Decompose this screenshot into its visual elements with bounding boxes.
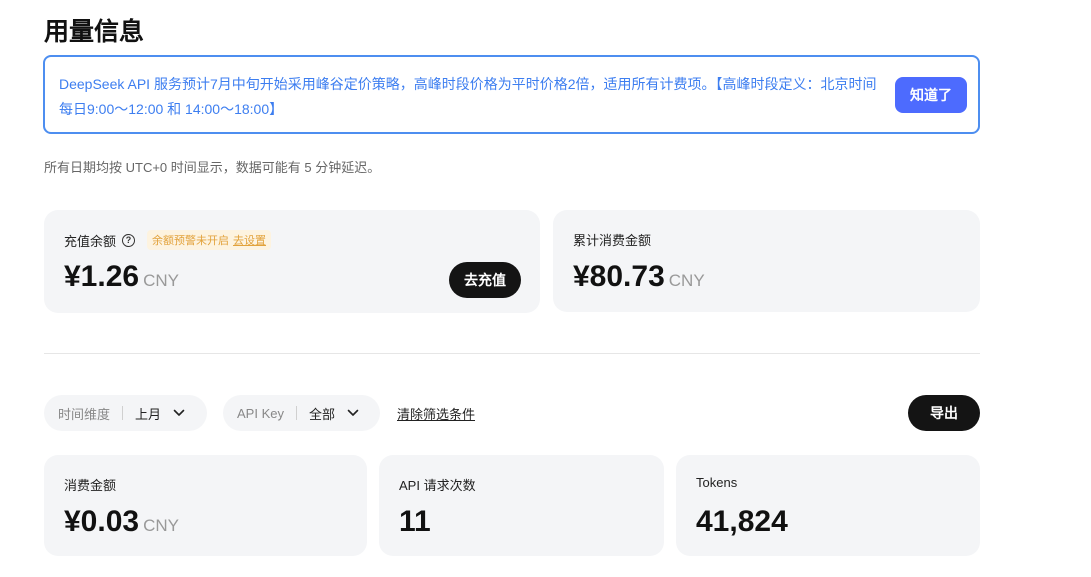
chevron-down-icon bbox=[173, 409, 185, 417]
timezone-note: 所有日期均按 UTC+0 时间显示，数据可能有 5 分钟延迟。 bbox=[44, 160, 381, 175]
cost-stat-card: 消费金额 ¥0.03 CNY bbox=[44, 455, 367, 556]
tokens-stat-label: Tokens bbox=[696, 475, 738, 490]
acknowledge-button[interactable]: 知道了 bbox=[895, 77, 967, 113]
balance-amount: ¥1.26 bbox=[64, 260, 140, 293]
recharge-button[interactable]: 去充值 bbox=[449, 262, 521, 298]
section-divider bbox=[44, 353, 980, 354]
cost-stat-unit: CNY bbox=[143, 516, 179, 535]
balance-warning-badge: 余额预警未开启 去设置 bbox=[147, 230, 272, 250]
balance-card: 充值余额 ? 余额预警未开启 去设置 ¥1.26 CNY 去充值 bbox=[44, 210, 540, 313]
notice-banner: DeepSeek API 服务预计7月中旬开始采用峰谷定价策略，高峰时段价格为平… bbox=[43, 55, 980, 134]
clear-filters-link[interactable]: 清除筛选条件 bbox=[397, 404, 475, 423]
filter-separator bbox=[122, 406, 124, 420]
cost-stat-value: ¥0.03 bbox=[64, 505, 140, 538]
chevron-down-icon bbox=[347, 409, 359, 417]
total-spend-amount: ¥80.73 bbox=[573, 260, 665, 293]
cost-stat-label: 消费金额 bbox=[64, 478, 117, 493]
api-key-value: 全部 bbox=[308, 406, 335, 422]
api-key-label: API Key bbox=[237, 405, 284, 421]
time-dimension-value: 上月 bbox=[135, 406, 162, 422]
balance-warning-settings-link[interactable]: 去设置 bbox=[233, 235, 266, 247]
export-button[interactable]: 导出 bbox=[908, 395, 980, 431]
time-dimension-label: 时间维度 bbox=[58, 406, 111, 422]
balance-amount-row: ¥1.26 CNY bbox=[64, 260, 179, 294]
total-spend-label: 累计消费金额 bbox=[573, 233, 652, 248]
filter-separator bbox=[295, 406, 297, 420]
requests-stat-label: API 请求次数 bbox=[399, 478, 476, 493]
time-dimension-select[interactable]: 时间维度 上月 bbox=[44, 395, 207, 431]
total-spend-card: 累计消费金额 ¥80.73 CNY bbox=[553, 210, 980, 312]
api-key-select[interactable]: API Key 全部 bbox=[223, 395, 380, 431]
total-spend-amount-row: ¥80.73 CNY bbox=[573, 260, 705, 294]
page-title: 用量信息 bbox=[44, 18, 145, 46]
cost-stat-row: ¥0.03 CNY bbox=[64, 505, 179, 539]
requests-stat-value: 11 bbox=[399, 505, 431, 538]
tokens-stat-value: 41,824 bbox=[696, 505, 788, 538]
help-icon[interactable]: ? bbox=[122, 233, 136, 247]
balance-warning-text: 余额预警未开启 bbox=[152, 235, 230, 247]
balance-label: 充值余额 bbox=[64, 233, 117, 249]
balance-unit: CNY bbox=[143, 271, 179, 290]
tokens-stat-card: Tokens 41,824 bbox=[676, 455, 980, 556]
total-spend-unit: CNY bbox=[668, 271, 705, 290]
requests-stat-card: API 请求次数 11 bbox=[379, 455, 664, 556]
notice-text: DeepSeek API 服务预计7月中旬开始采用峰谷定价策略，高峰时段价格为平… bbox=[59, 76, 877, 117]
